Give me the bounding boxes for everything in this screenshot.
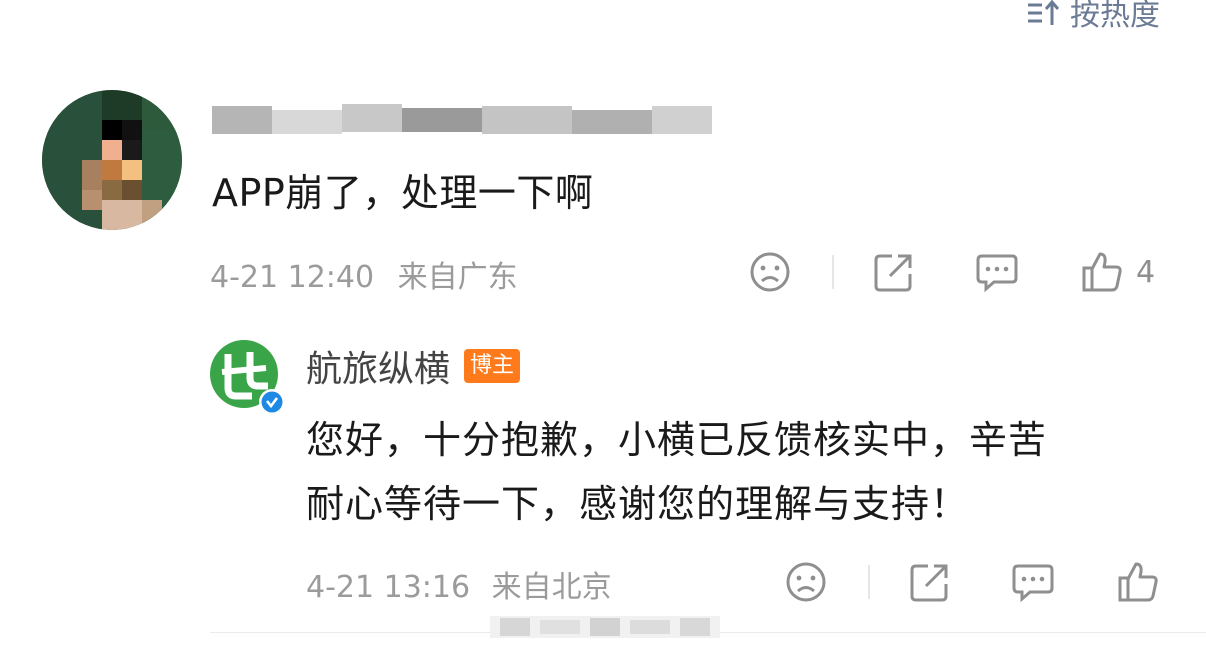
share-icon[interactable]	[908, 560, 952, 604]
share-icon[interactable]	[872, 250, 916, 294]
comment-actions: 4	[748, 250, 1155, 294]
sort-label: 按热度	[1070, 0, 1160, 33]
commenter-username-obscured	[212, 100, 732, 140]
actions-divider	[832, 255, 834, 289]
reply-location: 来自北京	[491, 570, 612, 605]
reply-text-line-1: 您好，十分抱歉，小横已反馈核实中，辛苦	[306, 418, 1048, 462]
sort-by-hot-button[interactable]: 按热度	[1026, 0, 1160, 34]
reply-actions	[784, 560, 1160, 604]
sort-icon	[1026, 0, 1062, 27]
comment-icon[interactable]	[1010, 560, 1056, 604]
thumbs-up-icon[interactable]	[1080, 250, 1124, 294]
blogger-badge: 博主	[464, 349, 521, 383]
comment-timestamp: 4-21 12:40	[210, 260, 375, 295]
reply-text: 您好，十分抱歉，小横已反馈核实中，辛苦 耐心等待一下，感谢您的理解与支持！	[306, 408, 1186, 536]
comment-text: APP崩了，处理一下啊	[212, 171, 594, 215]
comment-meta: 4-21 12:40 来自广东	[210, 252, 518, 296]
reply-author-avatar[interactable]	[208, 338, 288, 418]
reply-author: 航旅纵横 博主	[306, 340, 521, 392]
dislike-face-icon[interactable]	[748, 250, 792, 294]
commenter-avatar[interactable]	[42, 90, 182, 230]
reply-meta: 4-21 13:16 来自北京	[306, 562, 612, 606]
like-count: 4	[1136, 254, 1156, 290]
comment-icon[interactable]	[974, 250, 1020, 294]
reply-timestamp: 4-21 13:16	[306, 570, 471, 605]
actions-divider	[868, 565, 870, 599]
dislike-face-icon[interactable]	[784, 560, 828, 604]
watermark-obscured	[490, 608, 720, 644]
reply-text-line-2: 耐心等待一下，感谢您的理解与支持！	[306, 482, 970, 526]
verified-icon	[258, 388, 286, 420]
thumbs-up-icon[interactable]	[1116, 560, 1160, 604]
comment-location: 来自广东	[397, 260, 518, 295]
reply-username[interactable]: 航旅纵横	[306, 340, 450, 392]
